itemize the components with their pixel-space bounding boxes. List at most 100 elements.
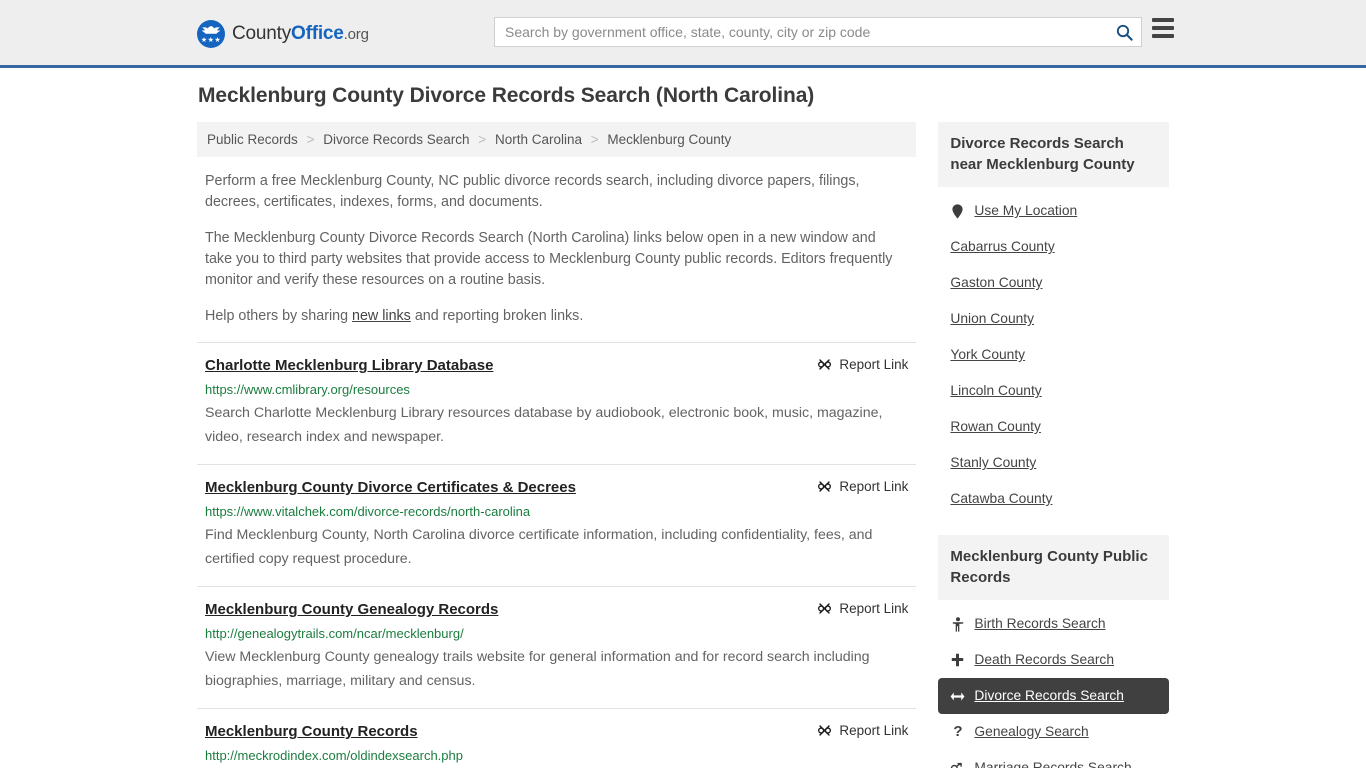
sidebar-item-rowan-county[interactable]: Rowan County	[938, 409, 1169, 445]
report-link-button[interactable]: Report Link	[817, 478, 908, 494]
main-column: Public Records > Divorce Records Search …	[197, 122, 917, 768]
report-link-label: Report Link	[839, 479, 909, 494]
result-description: Search Charlotte Mecklenburg Library res…	[205, 405, 883, 445]
sidebar-card-public-records: Mecklenburg County Public Records Birth …	[938, 535, 1169, 768]
result-item: Mecklenburg County Records Report Link h…	[197, 708, 917, 768]
search-input[interactable]	[495, 18, 1107, 46]
sidebar-item-label: York County	[950, 347, 1026, 362]
report-link-button[interactable]: Report Link	[817, 722, 908, 738]
sidebar-item-label: Union County	[950, 311, 1035, 326]
logo-text-org: .org	[343, 26, 369, 43]
cross-icon	[950, 653, 965, 667]
result-title-link[interactable]: Mecklenburg County Genealogy Records	[205, 600, 498, 620]
sidebar-nearby-list: Use My Location Cabarrus County Gaston C…	[938, 187, 1169, 517]
breadcrumb-separator: >	[478, 132, 487, 147]
broken-link-icon	[818, 359, 832, 370]
page-title: Mecklenburg County Divorce Records Searc…	[198, 84, 815, 107]
result-title-link[interactable]: Mecklenburg County Records	[205, 722, 418, 742]
sidebar-item-york-county[interactable]: York County	[938, 337, 1169, 373]
logo-text-office: Office	[291, 23, 344, 44]
result-header: Mecklenburg County Genealogy Records Rep…	[205, 600, 908, 620]
site-logo[interactable]: ★★★ CountyOffice.org	[197, 20, 369, 48]
result-header: Mecklenburg County Records Report Link	[205, 722, 908, 742]
content-container: Mecklenburg County Divorce Records Searc…	[193, 84, 1173, 768]
sidebar-item-label: Marriage Records Search	[974, 760, 1132, 768]
hamburger-bar	[1152, 26, 1174, 30]
sidebar-item-birth-records-search[interactable]: Birth Records Search	[938, 606, 1169, 642]
two-column-layout: Public Records > Divorce Records Search …	[197, 122, 1169, 768]
result-url[interactable]: https://www.vitalchek.com/divorce-record…	[205, 503, 908, 520]
sidebar-item-use-my-location[interactable]: Use My Location	[938, 193, 1169, 229]
result-item: Mecklenburg County Genealogy Records Rep…	[197, 586, 917, 708]
sidebar-heading-public-records: Mecklenburg County Public Records	[938, 535, 1169, 600]
sidebar-item-divorce-records-search[interactable]: Divorce Records Search	[938, 678, 1169, 714]
sidebar-item-label: Birth Records Search	[974, 616, 1106, 631]
broken-link-icon	[818, 603, 832, 614]
map-pin-glyph	[952, 203, 964, 219]
sidebar-item-lincoln-county[interactable]: Lincoln County	[938, 373, 1169, 409]
report-link-button[interactable]: Report Link	[817, 356, 908, 372]
result-url[interactable]: http://genealogytrails.com/ncar/mecklenb…	[205, 625, 908, 642]
hamburger-menu-icon[interactable]	[1152, 18, 1174, 38]
sidebar-item-label: Use My Location	[974, 203, 1078, 218]
intro-p3-after: and reporting broken links.	[410, 308, 584, 324]
results-list: Charlotte Mecklenburg Library Database R…	[197, 342, 917, 768]
broken-link-icon	[818, 481, 832, 492]
sidebar-item-label: Cabarrus County	[950, 239, 1055, 254]
result-item: Charlotte Mecklenburg Library Database R…	[197, 342, 917, 464]
intro-paragraph-2: The Mecklenburg County Divorce Records S…	[205, 230, 893, 288]
baby-icon	[950, 616, 965, 632]
report-link-label: Report Link	[839, 357, 909, 372]
intro-text: Perform a free Mecklenburg County, NC pu…	[197, 171, 916, 327]
sidebar-item-gaston-county[interactable]: Gaston County	[938, 265, 1169, 301]
sidebar-item-label: Lincoln County	[950, 383, 1042, 398]
result-item: Mecklenburg County Divorce Certificates …	[197, 464, 917, 586]
eagle-shield-logo-icon: ★★★	[197, 20, 225, 48]
sidebar-item-label: Genealogy Search	[974, 724, 1089, 739]
logo-text-county: County	[232, 23, 292, 44]
search-box	[494, 17, 1142, 47]
report-link-label: Report Link	[839, 601, 909, 616]
result-title-link[interactable]: Charlotte Mecklenburg Library Database	[205, 356, 493, 376]
sidebar: Divorce Records Search near Mecklenburg …	[938, 122, 1169, 768]
male-female-glyph	[951, 762, 963, 768]
sidebar-item-label: Gaston County	[950, 275, 1043, 290]
page-body: Mecklenburg County Divorce Records Searc…	[0, 68, 1366, 768]
breadcrumb-item-public-records[interactable]: Public Records	[207, 132, 298, 147]
sidebar-item-union-county[interactable]: Union County	[938, 301, 1169, 337]
breadcrumb-separator: >	[590, 132, 599, 147]
male-female-icon	[950, 762, 965, 768]
breadcrumb-item-divorce-records-search[interactable]: Divorce Records Search	[323, 132, 469, 147]
result-title-link[interactable]: Mecklenburg County Divorce Certificates …	[205, 478, 576, 498]
logo-wordmark: CountyOffice.org	[232, 23, 369, 45]
result-header: Mecklenburg County Divorce Certificates …	[205, 478, 908, 498]
sidebar-item-stanly-county[interactable]: Stanly County	[938, 445, 1169, 481]
result-description: Find Mecklenburg County, North Carolina …	[205, 527, 873, 567]
result-header: Charlotte Mecklenburg Library Database R…	[205, 356, 908, 376]
search-button[interactable]	[1107, 18, 1141, 46]
intro-paragraph-3: Help others by sharing new links and rep…	[197, 306, 916, 327]
sidebar-item-death-records-search[interactable]: Death Records Search	[938, 642, 1169, 678]
left-right-arrow-icon	[950, 691, 965, 702]
result-description: View Mecklenburg County genealogy trails…	[205, 649, 870, 689]
result-url[interactable]: http://meckrodindex.com/oldindexsearch.p…	[205, 747, 908, 764]
intro-paragraph-1: Perform a free Mecklenburg County, NC pu…	[205, 173, 860, 210]
report-link-button[interactable]: Report Link	[817, 600, 908, 616]
sidebar-item-label: Divorce Records Search	[974, 688, 1124, 703]
sidebar-item-genealogy-search[interactable]: ? Genealogy Search	[938, 714, 1169, 750]
result-url[interactable]: https://www.cmlibrary.org/resources	[205, 381, 908, 398]
sidebar-item-marriage-records-search[interactable]: Marriage Records Search	[938, 750, 1169, 768]
sidebar-heading-nearby: Divorce Records Search near Mecklenburg …	[938, 122, 1169, 187]
stars-glyph: ★★★	[200, 37, 222, 44]
sidebar-item-label: Stanly County	[950, 455, 1037, 470]
breadcrumb-item-north-carolina[interactable]: North Carolina	[495, 132, 582, 147]
sidebar-public-records-list: Birth Records Search Death Records Searc…	[938, 600, 1169, 768]
eagle-glyph	[201, 26, 221, 34]
new-links-link[interactable]: new links	[352, 308, 411, 324]
sidebar-item-catawba-county[interactable]: Catawba County	[938, 481, 1169, 517]
sidebar-item-label: Rowan County	[950, 419, 1041, 434]
breadcrumb-item-mecklenburg-county: Mecklenburg County	[607, 132, 732, 147]
sidebar-item-cabarrus-county[interactable]: Cabarrus County	[938, 229, 1169, 265]
site-header: ★★★ CountyOffice.org	[0, 0, 1366, 68]
sidebar-item-label: Death Records Search	[974, 652, 1114, 667]
